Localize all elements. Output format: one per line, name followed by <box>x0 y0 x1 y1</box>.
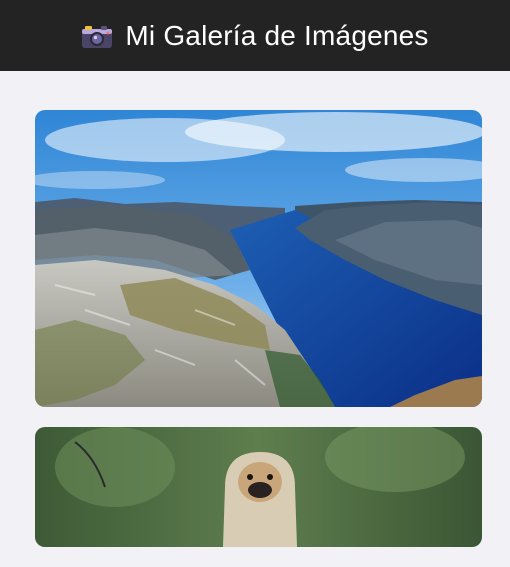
pug-image <box>35 427 482 547</box>
gallery-image-fjord[interactable] <box>35 110 482 407</box>
camera-icon <box>82 25 113 48</box>
fjord-image <box>35 110 482 407</box>
page-title: Mi Galería de Imágenes <box>125 19 429 51</box>
page-header: Mi Galería de Imágenes <box>0 0 510 71</box>
gallery-image-pug[interactable] <box>35 427 482 547</box>
image-gallery <box>35 110 482 567</box>
